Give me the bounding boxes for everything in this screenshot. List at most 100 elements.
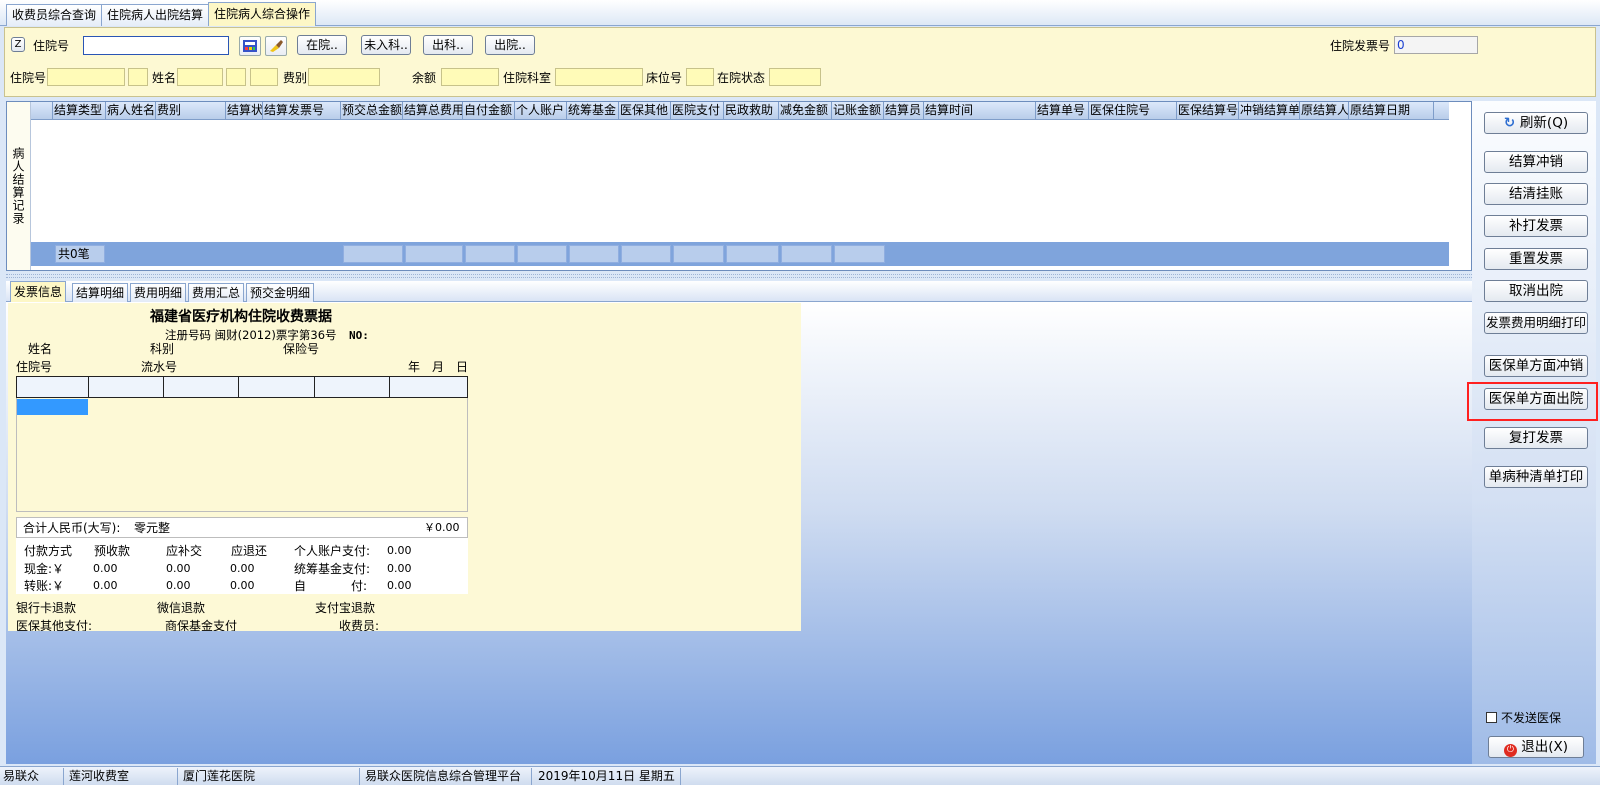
status-hospital: 厦门莲花医院 (180, 768, 360, 785)
invoice-total-label: 合计人民币(大写): (23, 521, 121, 535)
grid-header-cell[interactable]: 记账金额 (832, 102, 884, 119)
reset-invoice-button[interactable]: 重置发票 (1484, 248, 1588, 270)
tab-cashier-query[interactable]: 收费员综合查询 (6, 4, 103, 26)
invoice-pay-label: 付: (351, 579, 368, 593)
out-dept-button[interactable]: 出科.. (423, 35, 473, 55)
invoice-no-label: NO: (349, 329, 369, 342)
clear-account-button[interactable]: 结清挂账 (1484, 183, 1588, 205)
grid-total-cell (405, 245, 463, 263)
grid-header-blank (31, 102, 53, 119)
in-hospital-button[interactable]: 在院.. (297, 35, 347, 55)
grid-header-cell[interactable]: 医院支付 (671, 102, 724, 119)
info-fee-type-label: 费别 (283, 71, 308, 85)
insurance-unilateral-reverse-button[interactable]: 医保单方面冲销 (1484, 355, 1588, 377)
grid-header-cell[interactable]: 结算状 (226, 102, 263, 119)
grid-total-cell (673, 245, 724, 263)
not-in-dept-button[interactable]: 未入科.. (361, 35, 411, 55)
invoice-transfer-prepaid: 0.00 (93, 579, 118, 592)
tab-inpatient-operation[interactable]: 住院病人综合操作 (208, 2, 317, 26)
info-admission-field (47, 68, 125, 86)
grid-header-cell[interactable]: 医保住院号 (1089, 102, 1177, 119)
grid-header-cell[interactable]: 病人姓名 (106, 102, 156, 119)
grid-header-cell[interactable]: 原结算日期 (1349, 102, 1434, 119)
grid-header-cell[interactable]: 预交总金额 (341, 102, 403, 119)
status-room: 莲河收费室 (66, 768, 178, 785)
reprint-button[interactable]: 复打发票 (1484, 427, 1588, 449)
status-bar: 易联众 莲河收费室 厦门莲花医院 易联众医院信息综合管理平台 2019年10月1… (0, 766, 1600, 785)
tab-fee-summary[interactable]: 费用汇总 (188, 283, 245, 302)
invoice-wechat-refund-label: 微信退款 (157, 601, 206, 615)
grid-header-cell[interactable]: 个人账户 (515, 102, 567, 119)
info-gender-field (226, 68, 246, 86)
grid-header-cell[interactable]: 结算时间 (924, 102, 1036, 119)
grid-header-cell[interactable]: 结算类型 (53, 102, 106, 119)
grid-header-cell[interactable]: 结算发票号 (263, 102, 341, 119)
tab-fee-detail[interactable]: 费用明细 (130, 283, 187, 302)
discharged-button[interactable]: 出院.. (485, 35, 535, 55)
invoice-self-label: 自 (294, 579, 307, 593)
z-button[interactable]: Z (11, 37, 25, 52)
invoice-pooled-fund-value: 0.00 (387, 562, 412, 575)
tab-deposit-detail[interactable]: 预交金明细 (246, 283, 315, 302)
settle-reverse-button[interactable]: 结算冲销 (1484, 151, 1588, 173)
settlement-record-grid: 病人结算记录 结算类型 病人姓名 费别 结算状 结算发票号 预交总金额 结算总费… (6, 101, 1472, 271)
no-send-insurance-checkbox[interactable] (1486, 712, 1497, 723)
grid-header-cell[interactable]: 自付金额 (463, 102, 515, 119)
highlight-box (1467, 382, 1598, 421)
grid-total-cell (465, 245, 515, 263)
invoice-personal-account-label: 个人账户支付: (294, 544, 371, 558)
invoice-self-pay-value: 0.00 (387, 579, 412, 592)
invoice-detail-print-button[interactable]: 发票费用明细打印 (1484, 312, 1588, 334)
invoice-no-input[interactable]: 0 (1394, 36, 1478, 54)
invoice-personal-account-value: 0.00 (387, 544, 412, 557)
tab-settlement-detail[interactable]: 结算明细 (72, 283, 129, 302)
reprint-invoice-button[interactable]: 补打发票 (1484, 215, 1588, 237)
grid-header-cell[interactable]: 原结算人 (1300, 102, 1349, 119)
invoice-total-amount: ￥0.00 (424, 521, 460, 534)
top-tab-strip: 收费员综合查询 住院病人出院结算 住院病人综合操作 (0, 0, 1600, 26)
single-disease-print-button[interactable]: 单病种清单打印 (1484, 466, 1588, 488)
invoice-selected-cell[interactable] (17, 399, 88, 415)
info-name-field (177, 68, 223, 86)
exit-button[interactable]: ⏻ 退出(X) (1488, 736, 1584, 758)
info-balance-field (441, 68, 499, 86)
tab-invoice-info[interactable]: 发票信息 (10, 281, 67, 302)
grid-header-cell[interactable]: 医保结算号 (1177, 102, 1239, 119)
invoice-cash-refund: 0.00 (230, 562, 255, 575)
admission-no-label: 住院号 (33, 39, 70, 53)
grid-total-cell (781, 245, 832, 263)
card-reader-icon[interactable] (239, 36, 261, 56)
invoice-transfer-refund: 0.00 (230, 579, 255, 592)
admission-no-input[interactable] (83, 36, 229, 55)
invoice-month-label: 月 (432, 360, 445, 374)
cancel-discharge-button[interactable]: 取消出院 (1484, 280, 1588, 302)
grid-header-cell[interactable]: 结算员 (884, 102, 924, 119)
grid-header-cell[interactable]: 减免金额 (779, 102, 832, 119)
invoice-year-label: 年 (408, 360, 421, 374)
grid-header-cell[interactable]: 民政救助 (724, 102, 779, 119)
grid-header-cell[interactable]: 结算总费用 (403, 102, 463, 119)
grid-header-cell[interactable]: 冲销结算单 (1239, 102, 1300, 119)
invoice-insurance-label: 保险号 (283, 342, 320, 356)
refresh-button[interactable]: ↻ 刷新(Q) (1484, 112, 1588, 134)
invoice-col-divider (389, 377, 390, 397)
info-dept-field (555, 68, 643, 86)
grid-header-cell[interactable]: 医保其他 (619, 102, 671, 119)
grid-header-cell[interactable]: 统筹基金 (567, 102, 619, 119)
invoice-commercial-fund-label: 商保基金支付 (165, 619, 238, 631)
invoice-no-label: 住院发票号 (1330, 39, 1391, 53)
invoice-pay-method-label: 付款方式 (24, 544, 73, 558)
grid-header-cell[interactable]: 结算单号 (1036, 102, 1089, 119)
lower-tab-strip: 发票信息 结算明细 费用明细 费用汇总 预交金明细 (6, 281, 1472, 302)
clear-broom-icon[interactable] (265, 36, 287, 56)
info-bed-field (686, 68, 714, 86)
tab-discharge-settlement[interactable]: 住院病人出院结算 (101, 4, 210, 26)
invoice-bank-refund-label: 银行卡退款 (16, 601, 77, 615)
splitter[interactable] (6, 274, 1472, 278)
invoice-col-divider (314, 377, 315, 397)
grid-footer: 共0笔 (31, 242, 1449, 266)
grid-body[interactable] (31, 120, 1449, 242)
invoice-cash-label: 现金:￥ (24, 562, 65, 576)
grid-header-cell[interactable]: 费别 (156, 102, 226, 119)
status-date: 2019年10月11日 星期五 (535, 768, 681, 785)
